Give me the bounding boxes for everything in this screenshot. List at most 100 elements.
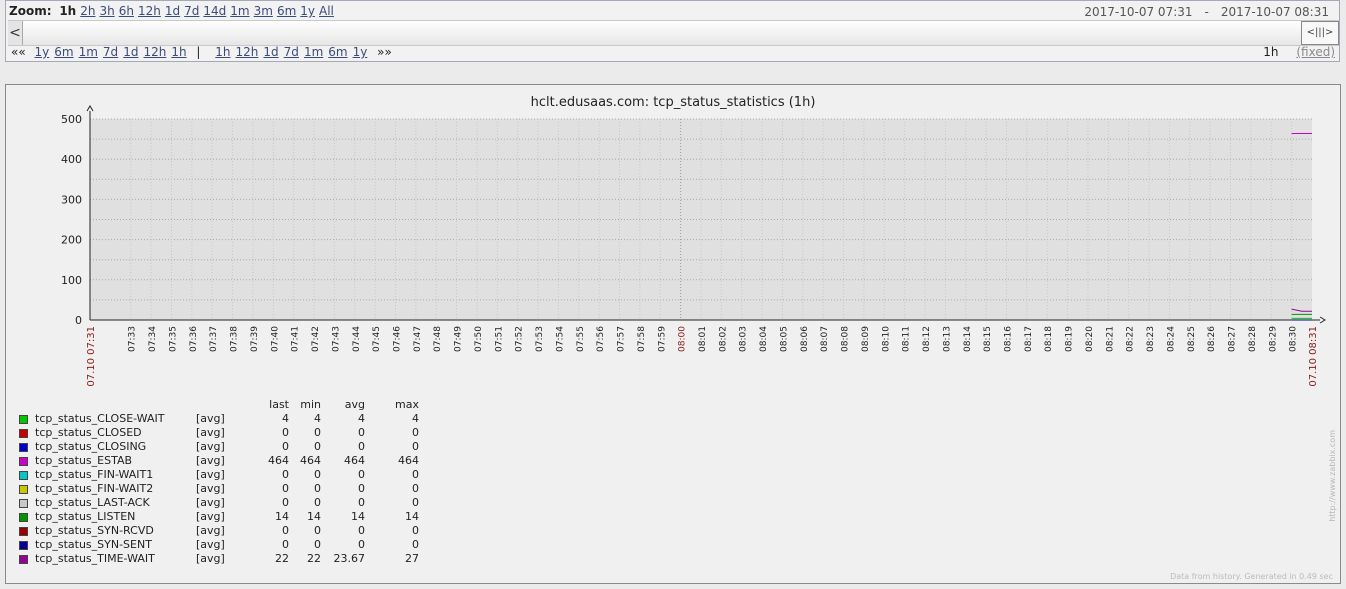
- legend-swatch: [19, 457, 28, 466]
- x-tick-label: 08:24: [1166, 326, 1176, 352]
- legend-item-name: tcp_status_CLOSING: [35, 440, 147, 453]
- zoom-option-6h[interactable]: 6h: [119, 4, 134, 18]
- legend-item-function: [avg]: [196, 482, 225, 495]
- legend-item-function: [avg]: [196, 440, 225, 453]
- legend-item-function: [avg]: [196, 524, 225, 537]
- legend-value-min: 0: [314, 538, 321, 551]
- legend-value-avg: 464: [344, 454, 365, 467]
- x-tick-label: 07:53: [535, 326, 545, 352]
- legend-swatch: [19, 541, 28, 550]
- nav-back-1y[interactable]: 1y: [35, 45, 50, 59]
- legend-item-name: tcp_status_SYN-SENT: [35, 538, 152, 551]
- x-tick-label: 07:57: [617, 326, 627, 352]
- legend-item-function: [avg]: [196, 454, 225, 467]
- x-tick-label: 07:48: [433, 326, 443, 352]
- nav-back-7d[interactable]: 7d: [103, 45, 118, 59]
- x-tick-label: 07:59: [657, 326, 667, 352]
- legend-value-min: 22: [307, 552, 321, 565]
- x-tick-label: 08:06: [800, 326, 810, 352]
- legend-value-max: 27: [405, 552, 419, 565]
- nav-back-6m[interactable]: 6m: [54, 45, 73, 59]
- x-tick-label: 07:41: [291, 326, 301, 352]
- nav-forward-1d[interactable]: 1d: [263, 45, 278, 59]
- x-tick-label: 08:27: [1228, 326, 1238, 352]
- nav-back-1h[interactable]: 1h: [171, 45, 186, 59]
- x-tick-label: 08:21: [1105, 326, 1115, 352]
- x-tick-label: 08:12: [922, 326, 932, 352]
- y-tick-label: 300: [61, 193, 82, 206]
- legend-value-avg: 0: [358, 426, 365, 439]
- zoom-option-3h[interactable]: 3h: [99, 4, 114, 18]
- nav-forward-12h[interactable]: 12h: [236, 45, 259, 59]
- legend-item-name: tcp_status_TIME-WAIT: [35, 552, 155, 565]
- zoom-option-6m[interactable]: 6m: [277, 4, 296, 18]
- legend-item-name: tcp_status_FIN-WAIT1: [35, 468, 154, 481]
- zoom-option-1y[interactable]: 1y: [300, 4, 315, 18]
- x-tick-label: 07:45: [372, 326, 382, 352]
- legend-swatch: [19, 415, 28, 424]
- zoom-option-all[interactable]: All: [319, 4, 334, 18]
- legend-item-function: [avg]: [196, 412, 225, 425]
- y-tick-label: 400: [61, 153, 82, 166]
- legend-value-max: 0: [412, 440, 419, 453]
- zoom-option-3m[interactable]: 3m: [254, 4, 273, 18]
- nav-forward-7d[interactable]: 7d: [284, 45, 299, 59]
- zoom-option-14d[interactable]: 14d: [203, 4, 226, 18]
- legend-value-min: 464: [300, 454, 321, 467]
- x-tick-label: 07:47: [413, 326, 423, 352]
- x-tick-label: 07:34: [148, 326, 158, 352]
- fixed-toggle-link[interactable]: (fixed): [1296, 45, 1335, 59]
- nav-forward-symbol: »»: [377, 45, 392, 59]
- x-tick-label: 07:56: [596, 326, 606, 352]
- legend-value-avg: 0: [358, 496, 365, 509]
- legend-swatch: [19, 499, 28, 508]
- y-tick-label: 200: [61, 234, 82, 247]
- zoom-option-1d[interactable]: 1d: [165, 4, 180, 18]
- x-tick-label: 08:20: [1085, 326, 1095, 352]
- zoom-option-2h[interactable]: 2h: [80, 4, 95, 18]
- scroll-thumb-handle[interactable]: <|||>: [1301, 21, 1339, 45]
- x-tick-label: 07:35: [168, 326, 178, 352]
- legend-item-function: [avg]: [196, 496, 225, 509]
- x-tick-label: 08:04: [759, 326, 769, 352]
- tcp-status-chart: 0 100 200 300 400 500 07:33 07:34 07:35 07:36 07:3…: [61, 105, 1326, 387]
- period-range: 2017-10-07 07:31-2017-10-07 08:31: [1078, 5, 1335, 19]
- y-tick-label: 500: [61, 113, 82, 126]
- legend-value-max: 14: [405, 510, 419, 523]
- x-tick-label: 07:42: [311, 326, 321, 352]
- nav-back-1d[interactable]: 1d: [123, 45, 138, 59]
- nav-back-symbol: ««: [11, 45, 26, 59]
- legend-value-min: 0: [314, 496, 321, 509]
- zoom-option-12h[interactable]: 12h: [138, 4, 161, 18]
- nav-forward-1h[interactable]: 1h: [215, 45, 230, 59]
- x-tick-label: 07:40: [270, 326, 280, 352]
- timeline-scrollbar[interactable]: < <|||>: [8, 20, 1339, 46]
- x-tick-label: 08:14: [963, 326, 973, 352]
- legend-item-function: [avg]: [196, 510, 225, 523]
- legend-swatch: [19, 471, 28, 480]
- x-tick-label: 08:08: [841, 326, 851, 352]
- nav-forward-1m[interactable]: 1m: [304, 45, 323, 59]
- legend-value-avg: 23.67: [333, 552, 366, 565]
- legend-value-avg: 0: [358, 524, 365, 537]
- x-tick-label: 08:17: [1024, 326, 1034, 352]
- zoom-option-7d[interactable]: 7d: [184, 4, 199, 18]
- legend-item-name: tcp_status_CLOSED: [35, 426, 142, 439]
- nav-forward-1y[interactable]: 1y: [353, 45, 368, 59]
- nav-back-1m[interactable]: 1m: [79, 45, 98, 59]
- nav-back-12h[interactable]: 12h: [143, 45, 166, 59]
- nav-separator: |: [196, 45, 201, 59]
- x-tick-label: 08:10: [881, 326, 891, 352]
- legend-item-function: [avg]: [196, 552, 225, 565]
- legend-item-name: tcp_status_ESTAB: [35, 454, 133, 467]
- zoom-option-1h[interactable]: 1h: [59, 4, 76, 18]
- x-tick-label: 08:18: [1044, 326, 1054, 352]
- time-control-bar: Zoom: 1h 2h 3h 6h 12h 1d 7d 14d 1m 3m 6m 1y All 2017…: [5, 0, 1340, 62]
- nav-forward-6m[interactable]: 6m: [328, 45, 347, 59]
- scroll-left-arrow-icon[interactable]: <: [8, 21, 23, 45]
- legend-header-min: min: [300, 398, 321, 411]
- legend-swatch: [19, 555, 28, 564]
- x-tick-label: 07:33: [128, 326, 138, 352]
- legend-item-function: [avg]: [196, 426, 225, 439]
- zoom-option-1m[interactable]: 1m: [230, 4, 249, 18]
